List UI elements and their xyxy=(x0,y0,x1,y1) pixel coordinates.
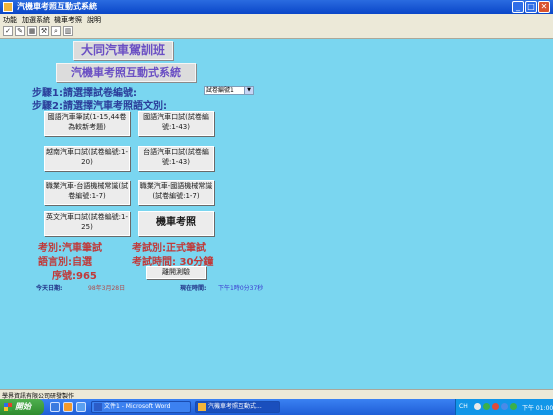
paper-number-value: 試卷編號1 xyxy=(206,87,234,94)
volume-icon[interactable] xyxy=(501,403,508,410)
update-icon[interactable] xyxy=(510,403,517,410)
exit-test-button[interactable]: 離開測驗 xyxy=(146,266,206,279)
serial-text: 序號:965 xyxy=(52,271,97,282)
pro-mandarin-button[interactable]: 職業汽車-國語機械常識(試卷編號:1-7) xyxy=(138,180,214,205)
save-icon[interactable]: ▦ xyxy=(27,26,37,36)
school-banner: 大同汽車駕訓班 xyxy=(73,41,173,60)
task-word[interactable]: 文件1 - Microsoft Word xyxy=(91,401,191,413)
language-text: 語言別:自選 xyxy=(38,257,92,268)
motorcycle-exam-button[interactable]: 機車考照 xyxy=(138,211,214,236)
taskbar: 開始 文件1 - Microsoft Word 汽機車考照互動式... CH 下… xyxy=(0,399,553,415)
search-icon[interactable]: ⌕ xyxy=(51,26,61,36)
system-banner: 汽機車考照互動式系統 xyxy=(56,63,196,82)
vietnamese-oral-button[interactable]: 越南汽車口試(試卷編號:1-20) xyxy=(44,146,130,171)
check-icon[interactable]: ✓ xyxy=(3,26,13,36)
close-button[interactable]: ✕ xyxy=(538,1,550,13)
app-icon xyxy=(3,2,13,12)
start-button[interactable]: 開始 xyxy=(0,399,44,415)
exam-type-text: 考試別:正式筆試 xyxy=(132,243,206,254)
task-word-label: 文件1 - Microsoft Word xyxy=(104,403,171,410)
windows-logo-icon xyxy=(4,403,12,411)
start-label: 開始 xyxy=(15,402,31,411)
time-label: 現在時間: xyxy=(180,285,207,292)
minimize-button[interactable]: _ xyxy=(512,1,524,13)
network-icon[interactable] xyxy=(483,403,490,410)
word-icon xyxy=(94,403,102,411)
exam-category-text: 考別:汽車筆試 xyxy=(38,243,102,254)
pen-icon[interactable]: ✎ xyxy=(15,26,25,36)
window-title-bar: 汽機車考照互動式系統 _ □ ✕ xyxy=(0,0,553,14)
task-exam-app[interactable]: 汽機車考照互動式... xyxy=(195,401,280,413)
maximize-button[interactable]: □ xyxy=(525,1,537,13)
task-exam-app-label: 汽機車考照互動式... xyxy=(208,403,262,410)
time-value: 下午1時0分37秒 xyxy=(218,285,264,292)
paper-number-select[interactable]: 試卷編號1 ▼ xyxy=(204,86,254,95)
chart-icon[interactable]: ▥ xyxy=(63,26,73,36)
menu-function[interactable]: 功能 xyxy=(3,15,17,25)
language-indicator[interactable]: CH xyxy=(459,403,468,410)
menu-motorcycle-exam[interactable]: 機車考照 xyxy=(54,15,82,25)
menu-help[interactable]: 說明 xyxy=(87,15,101,25)
mandarin-written-button[interactable]: 國語汽車筆試(1-15,44卷為較新考題) xyxy=(44,111,130,136)
security-icon[interactable] xyxy=(492,403,499,410)
english-oral-button[interactable]: 英文汽車口試(試卷編號:1-25) xyxy=(44,211,130,236)
keyboard-icon[interactable] xyxy=(474,403,481,410)
tray-clock: 下午 01:00 xyxy=(522,405,553,412)
step2-label: 步驟2:請選擇汽車考照語文別: xyxy=(32,101,167,112)
show-desktop-icon[interactable] xyxy=(50,402,60,412)
toolbar: ✓ ✎ ▦ ⚒ ⌕ ▥ xyxy=(0,25,553,39)
firefox-icon[interactable] xyxy=(63,402,73,412)
chevron-down-icon[interactable]: ▼ xyxy=(244,87,253,94)
date-label: 今天日期: xyxy=(36,285,63,292)
date-value: 98年3月28日 xyxy=(88,285,126,292)
browser-icon[interactable] xyxy=(76,402,86,412)
window-title: 汽機車考照互動式系統 xyxy=(17,2,97,11)
mandarin-oral-button[interactable]: 國語汽車口試(試卷編號:1-43) xyxy=(138,111,214,136)
system-tray: CH 下午 01:00 xyxy=(455,399,553,415)
pro-taiwanese-button[interactable]: 職業汽車-台語機械常識(試卷編號:1-7) xyxy=(44,180,130,205)
menu-add-system[interactable]: 加選系統 xyxy=(22,15,50,25)
menu-bar: 功能 加選系統 機車考照 說明 xyxy=(0,14,553,25)
tools-icon[interactable]: ⚒ xyxy=(39,26,49,36)
app-icon xyxy=(198,403,206,411)
taiwanese-oral-button[interactable]: 台語汽車口試(試卷編號:1-43) xyxy=(138,146,214,171)
